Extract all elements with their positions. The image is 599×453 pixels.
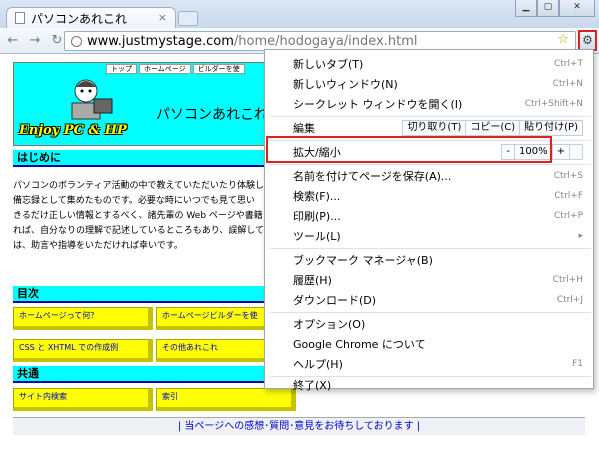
page-footer[interactable]: | 当ページへの感想･質問･意見をお待ちしております |	[13, 417, 585, 435]
intro-line: パソコンのボランティア活動の中で教えていただいたり体験し	[13, 181, 265, 191]
menu-item-incognito[interactable]: シークレット ウィンドウを開く(I) Ctrl+Shift+N	[265, 94, 595, 114]
menu-item-downloads[interactable]: ダウンロード(D) Ctrl+J	[265, 290, 595, 310]
menu-item-bookmark-manager[interactable]: ブックマーク マネージャ(B)	[265, 250, 595, 270]
toc-heading: 目次	[13, 286, 270, 303]
bookmark-star-icon[interactable]: ☆	[557, 32, 569, 47]
menu-item-tools[interactable]: ツール(L) ▸	[265, 226, 595, 246]
forward-icon[interactable]: →	[26, 32, 44, 50]
menu-shortcut: Ctrl+S	[553, 171, 583, 181]
tab-title: パソコンあれこれ	[31, 11, 128, 26]
toc-link[interactable]: CSS と XHTML での作成例	[13, 339, 153, 362]
menu-label: ヘルプ(H)	[293, 358, 343, 371]
new-tab-button[interactable]	[178, 11, 198, 26]
menu-shortcut: Ctrl+H	[552, 275, 583, 285]
menu-label: 編集	[293, 122, 315, 135]
chrome-menu: 新しいタブ(T) Ctrl+T 新しいウィンドウ(N) Ctrl+N シークレッ…	[264, 49, 595, 392]
menu-item-exit[interactable]: 終了(X)	[265, 376, 595, 394]
menu-item-save-page[interactable]: 名前を付けてページを保存(A)... Ctrl+S	[265, 166, 595, 186]
top-nav-item[interactable]: トップ	[106, 64, 137, 74]
edit-buttons: 切り取り(T) コピー(C) 貼り付け(P)	[402, 120, 583, 136]
minimize-button[interactable]: ▁	[515, 0, 537, 17]
menu-label: ツール(L)	[293, 230, 341, 243]
menu-item-edit: 編集 切り取り(T) コピー(C) 貼り付け(P)	[265, 118, 595, 138]
common-heading: 共通	[13, 366, 270, 383]
common-row: サイト内検索 索引	[13, 388, 299, 411]
url-host: www.justmystage.com	[87, 33, 234, 49]
title-bar: パソコンあれこれ × ▁ ▢ ✕	[0, 0, 599, 28]
toc-row: ホームページって何？ ホームページビルダーを使	[13, 307, 299, 330]
menu-separator	[269, 164, 591, 165]
toc-row: CSS と XHTML での作成例 その他あれこれ	[13, 339, 299, 362]
menu-label: シークレット ウィンドウを開く(I)	[293, 98, 463, 111]
intro-line: は、助言や指導をいただければ幸いです。	[13, 241, 183, 251]
wrench-menu-icon[interactable]: ⚙	[578, 30, 597, 51]
window-controls: ▁ ▢ ✕	[515, 0, 595, 17]
menu-separator	[269, 312, 591, 313]
menu-label: 印刷(P)...	[293, 210, 341, 223]
page-icon	[15, 12, 25, 24]
site-logo: Enjoy PC & HP	[19, 123, 127, 138]
zoom-in-button[interactable]: +	[551, 144, 570, 160]
menu-item-new-window[interactable]: 新しいウィンドウ(N) Ctrl+N	[265, 74, 595, 94]
menu-label: 新しいウィンドウ(N)	[293, 78, 398, 91]
copy-button[interactable]: コピー(C)	[465, 120, 521, 136]
top-nav-item[interactable]: ビルダーを使	[192, 64, 245, 74]
menu-item-help[interactable]: ヘルプ(H) F1	[265, 354, 595, 374]
menu-label: 名前を付けてページを保存(A)...	[293, 170, 452, 183]
menu-label: ブックマーク マネージャ(B)	[293, 254, 433, 267]
menu-label: 検索(F)...	[293, 190, 341, 203]
menu-label: 履歴(H)	[293, 274, 332, 287]
intro-line: きるだけ正しい情報とするべく、諸先輩の Web ページや書籍	[13, 211, 263, 221]
menu-label: 新しいタブ(T)	[293, 58, 364, 71]
menu-item-options[interactable]: オプション(O)	[265, 314, 595, 334]
menu-item-new-tab[interactable]: 新しいタブ(T) Ctrl+T	[265, 54, 595, 74]
menu-shortcut: F1	[572, 359, 583, 369]
browser-tab[interactable]: パソコンあれこれ ×	[6, 7, 176, 28]
url-path: /home/hodogaya/index.html	[233, 33, 418, 49]
menu-item-find[interactable]: 検索(F)... Ctrl+F	[265, 186, 595, 206]
page-info-icon[interactable]	[71, 35, 82, 47]
menu-label: Google Chrome について	[293, 338, 426, 351]
menu-label: 終了(X)	[293, 379, 332, 392]
menu-shortcut: Ctrl+F	[554, 191, 583, 201]
menu-item-history[interactable]: 履歴(H) Ctrl+H	[265, 270, 595, 290]
menu-shortcut: Ctrl+Shift+N	[524, 99, 583, 109]
menu-shortcut: Ctrl+N	[552, 79, 583, 89]
address-bar[interactable]: www.justmystage.com/home/hodogaya/index.…	[64, 31, 576, 51]
common-link[interactable]: サイト内検索	[13, 388, 153, 411]
zoom-highlight-box	[266, 136, 552, 163]
intro-text: パソコンのボランティア活動の中で教えていただいたり体験し 備忘録として集めたもの…	[13, 179, 270, 259]
menu-shortcut: Ctrl+P	[554, 211, 583, 221]
menu-separator	[269, 116, 591, 117]
site-header: トップ ホームページ ビルダーを使 Enjoy PC & HP パソコンあれこれ	[13, 62, 270, 146]
tab-close-icon[interactable]: ×	[158, 11, 167, 24]
fullscreen-icon[interactable]	[569, 144, 583, 160]
mascot-image	[71, 79, 113, 120]
menu-separator	[269, 248, 591, 249]
menu-item-print[interactable]: 印刷(P)... Ctrl+P	[265, 206, 595, 226]
top-nav: トップ ホームページ ビルダーを使	[106, 64, 247, 74]
intro-line: れば、自分なりの理解で記述しているところもあり、誤解してい	[13, 226, 270, 236]
back-icon[interactable]: ←	[4, 32, 22, 50]
toc-link[interactable]: ホームページって何？	[13, 307, 153, 330]
top-nav-item[interactable]: ホームページ	[139, 64, 191, 74]
menu-label: オプション(O)	[293, 318, 366, 331]
submenu-arrow-icon: ▸	[578, 231, 583, 241]
maximize-button[interactable]: ▢	[537, 0, 559, 17]
site-title: パソコンあれこれ	[156, 107, 268, 123]
cut-button[interactable]: 切り取り(T)	[402, 120, 467, 136]
menu-shortcut: Ctrl+J	[556, 295, 583, 305]
close-window-button[interactable]: ✕	[559, 0, 595, 17]
menu-shortcut: Ctrl+T	[553, 59, 583, 69]
intro-line: 備忘録として集めたものです。必要な時にいつでも見て思い	[13, 196, 255, 206]
menu-item-about[interactable]: Google Chrome について	[265, 334, 595, 354]
intro-heading: はじめに	[13, 150, 270, 167]
menu-label: ダウンロード(D)	[293, 294, 377, 307]
paste-button[interactable]: 貼り付け(P)	[519, 120, 583, 136]
